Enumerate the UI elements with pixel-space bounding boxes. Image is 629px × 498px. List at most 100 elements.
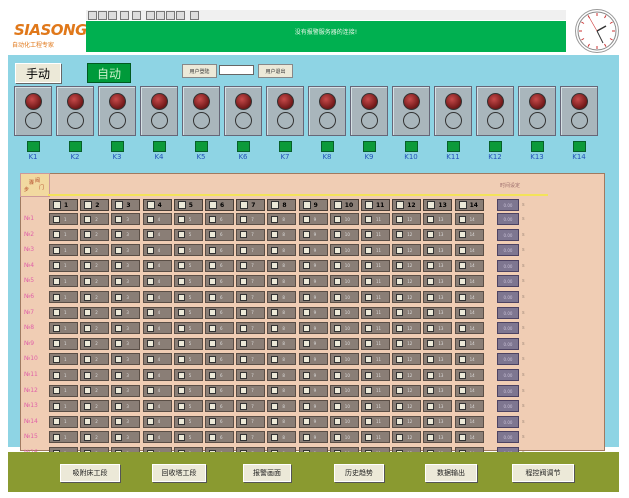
- step-valve-checkbox[interactable]: [115, 324, 123, 332]
- step-valve-cell[interactable]: 12: [392, 353, 422, 366]
- step-valve-checkbox[interactable]: [365, 418, 372, 426]
- step-valve-cell[interactable]: 14: [454, 291, 484, 303]
- step-valve-cell[interactable]: 10: [329, 369, 359, 381]
- step-valve-cell[interactable]: 1: [49, 431, 78, 444]
- step-valve-checkbox[interactable]: [84, 324, 92, 332]
- step-valve-cell[interactable]: 5: [173, 353, 203, 366]
- step-valve-checkbox[interactable]: [333, 402, 341, 410]
- step-valve-cell[interactable]: 6: [205, 244, 234, 257]
- valve-adjust-button[interactable]: 程控阀调节: [512, 464, 574, 482]
- step-valve-cell[interactable]: 10: [329, 353, 359, 366]
- step-valve-cell[interactable]: 10: [329, 415, 359, 428]
- valve-toggle-button[interactable]: [111, 141, 124, 152]
- step-valve-checkbox[interactable]: [53, 340, 60, 348]
- step-valve-cell[interactable]: 1: [49, 337, 78, 350]
- step-valve-cell[interactable]: 11: [361, 337, 390, 350]
- step-valve-cell[interactable]: 7: [236, 244, 266, 257]
- step-valve-checkbox[interactable]: [146, 309, 154, 317]
- step-valve-checkbox[interactable]: [302, 402, 310, 410]
- step-valve-checkbox[interactable]: [84, 277, 92, 285]
- step-valve-cell[interactable]: 9: [298, 384, 328, 397]
- step-valve-checkbox[interactable]: [396, 371, 404, 379]
- step-valve-cell[interactable]: 9: [298, 337, 328, 350]
- step-valve-checkbox[interactable]: [427, 418, 435, 426]
- step-valve-cell[interactable]: 3: [111, 415, 141, 428]
- step-valve-checkbox[interactable]: [115, 402, 123, 410]
- step-valve-cell[interactable]: 10: [329, 400, 359, 413]
- step-valve-checkbox[interactable]: [115, 293, 123, 301]
- step-valve-cell[interactable]: 5: [173, 291, 203, 303]
- play-icon[interactable]: [132, 11, 141, 20]
- step-valve-checkbox[interactable]: [302, 262, 310, 270]
- step-valve-checkbox[interactable]: [333, 371, 341, 379]
- step-valve-cell[interactable]: 9: [298, 353, 328, 366]
- step-valve-checkbox[interactable]: [396, 277, 404, 285]
- step-valve-cell[interactable]: 4: [142, 228, 172, 241]
- step-valve-checkbox[interactable]: [146, 418, 154, 426]
- step-valve-checkbox[interactable]: [458, 371, 466, 379]
- step-valve-cell[interactable]: 2: [80, 353, 110, 366]
- step-valve-checkbox[interactable]: [115, 371, 123, 379]
- step-valve-cell[interactable]: 14: [454, 337, 484, 350]
- recovery-tower-button[interactable]: 回收塔工段: [152, 464, 206, 482]
- step-valve-checkbox[interactable]: [240, 433, 248, 441]
- step-valve-cell[interactable]: 12: [392, 213, 422, 225]
- step-valve-checkbox[interactable]: [458, 340, 466, 348]
- step-valve-cell[interactable]: 2: [80, 213, 110, 225]
- step-valve-cell[interactable]: 8: [267, 415, 297, 428]
- step-valve-cell[interactable]: 9: [298, 291, 328, 303]
- step-valve-checkbox[interactable]: [177, 324, 185, 332]
- column-checkbox[interactable]: [396, 201, 405, 209]
- step-valve-cell[interactable]: 11: [361, 244, 390, 257]
- step-valve-checkbox[interactable]: [458, 387, 466, 395]
- step-valve-checkbox[interactable]: [333, 246, 341, 254]
- step-valve-cell[interactable]: 3: [111, 369, 141, 381]
- step-valve-cell[interactable]: 1: [49, 369, 78, 381]
- time-header-field[interactable]: 0.00: [497, 199, 519, 211]
- step-valve-checkbox[interactable]: [84, 371, 92, 379]
- step-valve-cell[interactable]: 13: [423, 275, 453, 288]
- step-valve-cell[interactable]: 8: [267, 275, 297, 288]
- step-valve-cell[interactable]: 14: [454, 369, 484, 381]
- step-valve-checkbox[interactable]: [209, 418, 216, 426]
- step-valve-checkbox[interactable]: [53, 355, 60, 363]
- step-valve-cell[interactable]: 11: [361, 369, 390, 381]
- step-valve-checkbox[interactable]: [271, 293, 279, 301]
- step-valve-cell[interactable]: 9: [298, 322, 328, 335]
- step-valve-cell[interactable]: 5: [173, 369, 203, 381]
- step-valve-cell[interactable]: 11: [361, 415, 390, 428]
- step-valve-checkbox[interactable]: [365, 355, 372, 363]
- step-valve-checkbox[interactable]: [84, 262, 92, 270]
- column-header-valve-7[interactable]: 7: [236, 199, 266, 211]
- step-valve-checkbox[interactable]: [365, 231, 372, 239]
- step-time-field[interactable]: 0.00: [497, 369, 519, 381]
- step-valve-cell[interactable]: 7: [236, 228, 266, 241]
- step-valve-cell[interactable]: 8: [267, 291, 297, 303]
- step-valve-checkbox[interactable]: [115, 246, 123, 254]
- step-valve-cell[interactable]: 10: [329, 275, 359, 288]
- step-valve-cell[interactable]: 3: [111, 259, 141, 272]
- column-checkbox[interactable]: [427, 201, 436, 209]
- column-header-valve-1[interactable]: 1: [49, 199, 78, 211]
- step-valve-checkbox[interactable]: [333, 215, 341, 223]
- step-valve-cell[interactable]: 12: [392, 259, 422, 272]
- step-valve-cell[interactable]: 13: [423, 259, 453, 272]
- step-valve-cell[interactable]: 11: [361, 400, 390, 413]
- step-valve-cell[interactable]: 14: [454, 275, 484, 288]
- step-valve-cell[interactable]: 11: [361, 259, 390, 272]
- step-valve-cell[interactable]: 14: [454, 400, 484, 413]
- step-valve-cell[interactable]: 5: [173, 259, 203, 272]
- column-header-valve-2[interactable]: 2: [80, 199, 110, 211]
- column-header-valve-13[interactable]: 13: [423, 199, 453, 211]
- step-valve-checkbox[interactable]: [427, 402, 435, 410]
- column-checkbox[interactable]: [458, 201, 467, 209]
- step-valve-checkbox[interactable]: [209, 231, 216, 239]
- manual-mode-button[interactable]: 手动: [15, 63, 61, 83]
- step-valve-cell[interactable]: 14: [454, 228, 484, 241]
- step-valve-checkbox[interactable]: [53, 231, 60, 239]
- step-valve-checkbox[interactable]: [302, 309, 310, 317]
- step-valve-checkbox[interactable]: [271, 246, 279, 254]
- step-valve-checkbox[interactable]: [396, 231, 404, 239]
- step-valve-checkbox[interactable]: [396, 262, 404, 270]
- step-valve-checkbox[interactable]: [209, 324, 216, 332]
